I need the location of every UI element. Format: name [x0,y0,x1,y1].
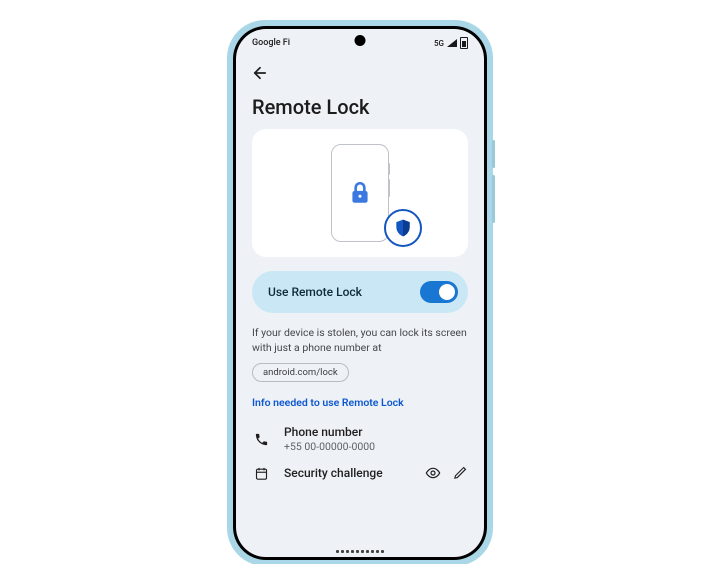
carrier-label: Google Fi [252,38,290,48]
edit-icon[interactable] [453,465,468,480]
eye-icon[interactable] [425,465,441,481]
phone-number-row[interactable]: Phone number +55 00-00000-0000 [252,419,468,459]
hero-illustration [252,129,468,257]
battery-icon [460,37,468,49]
description-text: If your device is stolen, you can lock i… [252,325,468,355]
back-button[interactable] [248,61,272,85]
toggle-label: Use Remote Lock [268,285,362,299]
screen: Google Fi 5G Remote Lock [236,29,484,557]
security-challenge-row[interactable]: Security challenge [252,459,468,487]
toggle-switch[interactable] [420,281,458,303]
url-chip[interactable]: android.com/lock [252,363,349,382]
calendar-icon [254,466,269,481]
phone-number-value: +55 00-00000-0000 [284,440,468,453]
lock-icon [347,180,373,206]
shield-icon [393,218,413,238]
device-frame: Google Fi 5G Remote Lock [227,20,493,564]
hero-phone-outline [331,144,389,242]
network-label: 5G [434,39,444,48]
page-title: Remote Lock [252,95,468,119]
section-header: Info needed to use Remote Lock [252,396,468,409]
home-indicator [336,550,384,553]
phone-icon [254,432,269,447]
security-challenge-title: Security challenge [284,466,411,480]
signal-icon [447,39,457,47]
phone-number-title: Phone number [284,425,468,439]
status-bar: Google Fi 5G [236,29,484,55]
shield-badge [384,209,422,247]
arrow-left-icon [251,64,269,82]
use-remote-lock-toggle-row[interactable]: Use Remote Lock [252,271,468,313]
